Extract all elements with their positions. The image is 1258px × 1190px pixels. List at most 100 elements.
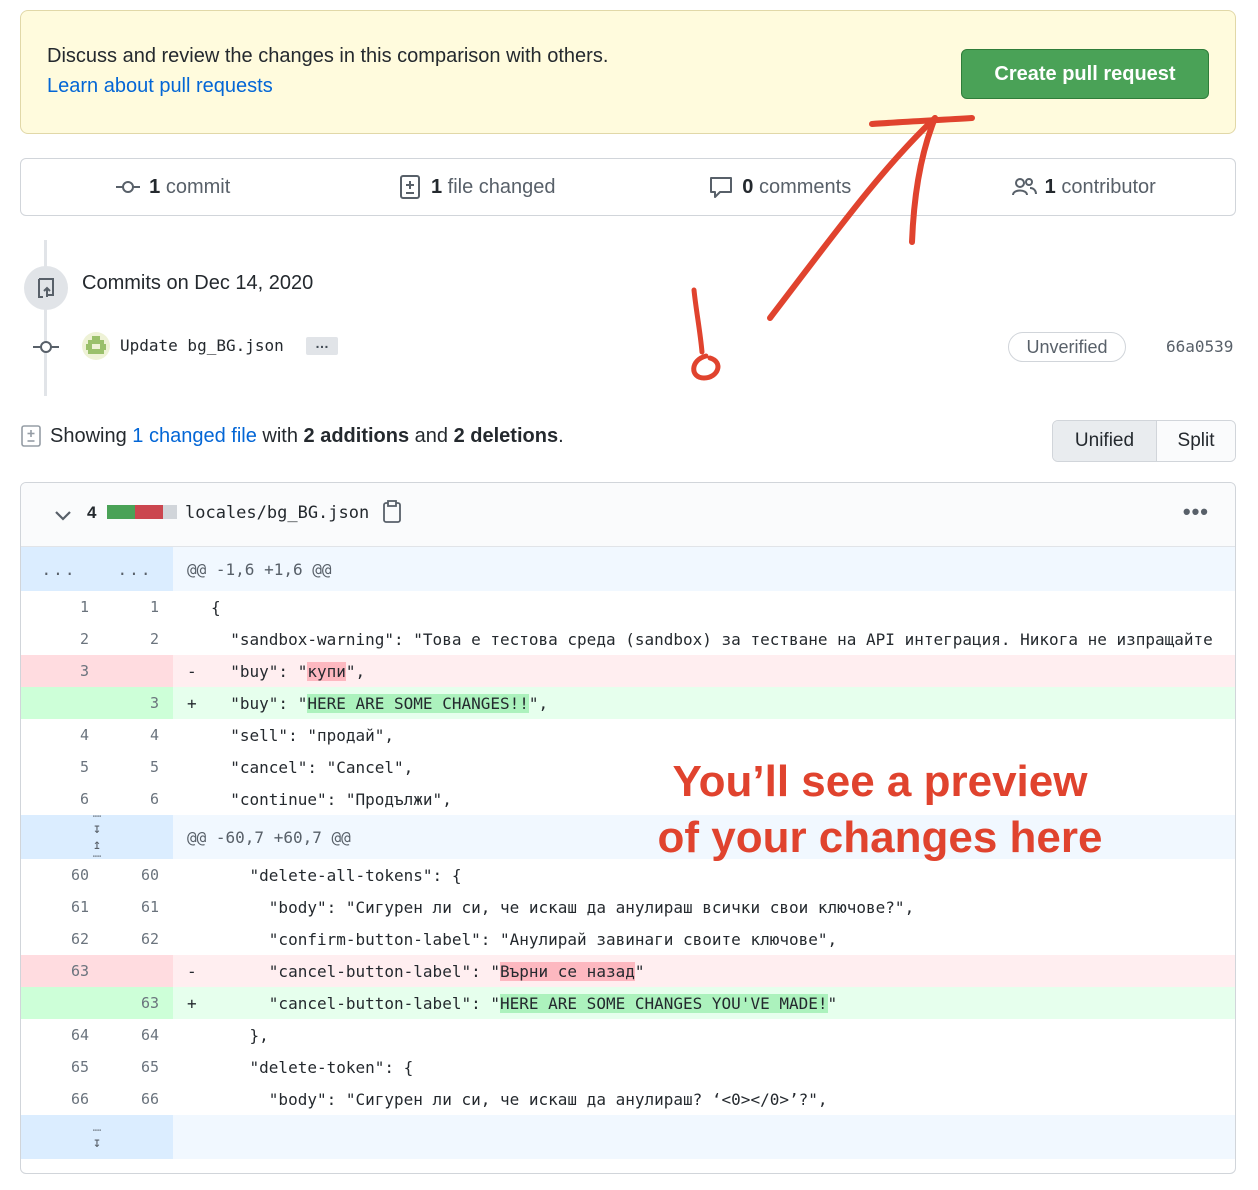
code-before: "cancel-button-label": " xyxy=(211,961,500,981)
old-line-number[interactable]: 63 xyxy=(21,955,97,987)
new-line-number[interactable]: 63 xyxy=(97,987,173,1019)
create-pull-request-button[interactable]: Create pull request xyxy=(961,49,1209,99)
split-view-button[interactable]: Split xyxy=(1157,421,1235,461)
new-line-number[interactable] xyxy=(97,655,173,687)
new-line-number[interactable]: 65 xyxy=(97,1051,173,1083)
diff-sign xyxy=(173,866,197,885)
context-line: 22 "sandbox-warning": "Това е тестова ср… xyxy=(21,623,1235,655)
diff-sign: - xyxy=(187,661,197,681)
new-line-number[interactable]: 2 xyxy=(97,623,173,655)
line-code: "sandbox-warning": "Това е тестова среда… xyxy=(211,629,1213,649)
new-line-number[interactable]: 3 xyxy=(97,687,173,719)
context-line: 64 64 }, xyxy=(21,1019,1235,1051)
code-before: "buy": " xyxy=(211,693,308,713)
code-after: " xyxy=(634,961,645,981)
hunk-expand-old[interactable]: ... xyxy=(21,547,97,591)
deletions-count: 2 deletions xyxy=(453,424,559,447)
stat-files[interactable]: 1 file changed xyxy=(325,159,629,215)
avatar[interactable] xyxy=(82,332,110,360)
stat-comments[interactable]: 0 comments xyxy=(628,159,932,215)
files-label: file changed xyxy=(447,175,556,198)
old-line-number[interactable]: 62 xyxy=(21,923,97,955)
diff-sign xyxy=(173,1026,197,1045)
people-icon xyxy=(1011,178,1037,196)
compare-banner: Discuss and review the changes in this c… xyxy=(20,10,1236,134)
line-code: { xyxy=(211,597,221,617)
line-code: "sell": "продай", xyxy=(211,725,395,745)
old-line-number[interactable]: 61 xyxy=(21,891,97,923)
diff-sign xyxy=(173,898,197,917)
commit-expand-button[interactable]: … xyxy=(306,336,338,355)
unified-view-button[interactable]: Unified xyxy=(1053,421,1157,461)
new-line-number[interactable]: 5 xyxy=(97,751,173,783)
code-after: ", xyxy=(528,693,549,713)
old-line-number[interactable]: 2 xyxy=(21,623,97,655)
expand-bottom-row: ┈ ↧ xyxy=(21,1115,1235,1159)
old-line-number[interactable] xyxy=(21,987,97,1019)
new-line-number[interactable]: 1 xyxy=(97,591,173,623)
old-line-number[interactable] xyxy=(21,687,97,719)
file-actions-menu[interactable]: ••• xyxy=(1183,499,1209,525)
summary-and: and xyxy=(414,424,449,447)
stat-commits[interactable]: 1 commit xyxy=(21,159,325,215)
code-after: ", xyxy=(345,661,366,681)
expand-down-icon[interactable]: ┈ ↧ xyxy=(93,1124,101,1150)
old-line-number[interactable]: 4 xyxy=(21,719,97,751)
unverified-badge[interactable]: Unverified xyxy=(1008,332,1126,362)
context-line: 65 65 "delete-token": { xyxy=(21,1051,1235,1083)
file-name-link[interactable]: locales/bg_BG.json xyxy=(185,503,369,523)
old-line-number[interactable]: 66 xyxy=(21,1083,97,1115)
hunk-expand-new[interactable]: ... xyxy=(97,547,173,591)
diff-view-toggle: Unified Split xyxy=(1052,420,1236,462)
clipboard-icon[interactable] xyxy=(381,499,403,525)
stat-contributors[interactable]: 1 contributor xyxy=(932,159,1236,215)
old-line-number[interactable]: 5 xyxy=(21,751,97,783)
file-change-count: 4 xyxy=(87,503,97,522)
chevron-down-icon[interactable] xyxy=(53,505,73,525)
commit-message-link[interactable]: Update bg_BG.json xyxy=(120,336,284,355)
new-line-number[interactable]: 61 xyxy=(97,891,173,923)
expand-down-button[interactable]: ┈ ↧ xyxy=(21,1115,173,1159)
new-line-number[interactable]: 6 xyxy=(97,783,173,815)
expand-down-icon[interactable]: ┈ ↧ xyxy=(93,810,101,836)
line-code: "delete-token": { xyxy=(211,1057,414,1077)
new-line-number[interactable]: 66 xyxy=(97,1083,173,1115)
learn-pull-requests-link[interactable]: Learn about pull requests xyxy=(47,75,273,98)
summary-prefix: Showing xyxy=(50,424,127,447)
new-line-number[interactable]: 60 xyxy=(97,859,173,891)
old-line-number[interactable]: 65 xyxy=(21,1051,97,1083)
annotation-text: You’ll see a preview of your changes her… xyxy=(620,754,1140,866)
new-line-number[interactable] xyxy=(97,955,173,987)
old-line-number[interactable]: 6 xyxy=(21,783,97,815)
commit-sha-link[interactable]: 66a0539 xyxy=(1166,337,1233,356)
code-before: "cancel-button-label": " xyxy=(211,993,500,1013)
line-code: "delete-all-tokens": { xyxy=(211,865,462,885)
line-code: "buy": "HERE ARE SOME CHANGES!!", xyxy=(197,693,1235,713)
old-line-number[interactable]: 60 xyxy=(21,859,97,891)
summary-mid: with xyxy=(262,424,298,447)
line-code: }, xyxy=(211,1025,269,1045)
new-line-number[interactable]: 64 xyxy=(97,1019,173,1051)
expand-both-button[interactable]: ┈ ↧ ↥ ┈ xyxy=(21,810,173,864)
diff-sign xyxy=(173,630,197,649)
changed-text: купи xyxy=(307,661,346,681)
old-line-number[interactable]: 64 xyxy=(21,1019,97,1051)
diff-summary: Showing 1 changed file with 2 additions … xyxy=(20,424,564,448)
changed-text: HERE ARE SOME CHANGES YOU'VE MADE! xyxy=(499,993,828,1013)
code-before: "buy": " xyxy=(211,661,308,681)
additions-count: 2 additions xyxy=(303,424,410,447)
hunk-header-text: @@ -1,6 +1,6 @@ xyxy=(187,559,332,579)
diff-sign xyxy=(173,598,197,617)
old-line-number[interactable]: 1 xyxy=(21,591,97,623)
changed-text: Върни се назад xyxy=(499,961,635,981)
summary-end: . xyxy=(558,424,564,447)
new-line-number[interactable]: 62 xyxy=(97,923,173,955)
context-line: 61 61 "body": "Сигурен ли си, че искаш да… xyxy=(21,891,1235,923)
new-line-number[interactable]: 4 xyxy=(97,719,173,751)
timeline-line xyxy=(44,240,47,396)
context-line: 66 66 "body": "Сигурен ли си, че искаш да… xyxy=(21,1083,1235,1115)
line-code: "body": "Сигурен ли си, че искаш да анул… xyxy=(211,897,915,917)
changed-files-link[interactable]: 1 changed file xyxy=(132,425,257,447)
diff-sign xyxy=(173,726,197,745)
old-line-number[interactable]: 3 xyxy=(21,655,97,687)
